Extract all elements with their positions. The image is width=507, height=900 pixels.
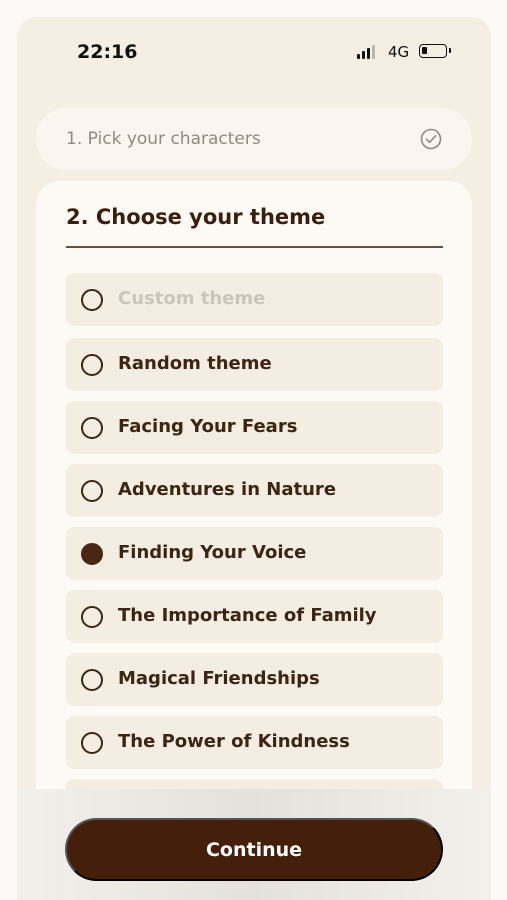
- theme-option-label: Custom theme: [118, 288, 266, 309]
- radio-button-icon[interactable]: [81, 289, 103, 311]
- radio-button-icon[interactable]: [81, 354, 103, 376]
- theme-option-kindness[interactable]: The Power of Kindness: [66, 716, 443, 769]
- radio-button-icon[interactable]: [81, 606, 103, 628]
- theme-option-label: Magical Friendships: [118, 668, 320, 689]
- check-circle-icon: [420, 128, 442, 150]
- continue-button[interactable]: Continue: [65, 818, 443, 881]
- radio-button-icon[interactable]: [81, 732, 103, 754]
- step-pick-characters[interactable]: 1. Pick your characters: [36, 108, 472, 170]
- theme-option-label: The Importance of Family: [118, 605, 377, 626]
- theme-option-finding-voice[interactable]: Finding Your Voice: [66, 527, 443, 580]
- theme-option-label: Random theme: [118, 353, 272, 374]
- theme-option-adventures-nature[interactable]: Adventures in Nature: [66, 464, 443, 517]
- cellular-signal-icon: [357, 45, 375, 59]
- step1-label: 1. Pick your characters: [66, 129, 261, 149]
- status-time: 22:16: [77, 41, 138, 63]
- theme-option-facing-fears[interactable]: Facing Your Fears: [66, 401, 443, 454]
- radio-selected-icon[interactable]: [81, 543, 103, 565]
- theme-option-random[interactable]: Random theme: [66, 338, 443, 391]
- title-divider: [66, 246, 443, 248]
- theme-option-family[interactable]: The Importance of Family: [66, 590, 443, 643]
- theme-option-label: Finding Your Voice: [118, 542, 307, 563]
- network-type: 4G: [388, 43, 410, 61]
- radio-button-icon[interactable]: [81, 480, 103, 502]
- battery-icon: [419, 44, 451, 58]
- status-bar: 22:16 4G: [17, 17, 491, 87]
- phone-screen: 22:16 4G 1. Pick your characters 2. Choo…: [17, 17, 491, 900]
- theme-option-custom[interactable]: Custom theme: [66, 273, 443, 326]
- theme-option-label: The Power of Kindness: [118, 731, 350, 752]
- theme-option-label: Adventures in Nature: [118, 479, 337, 500]
- radio-button-icon[interactable]: [81, 417, 103, 439]
- radio-button-icon[interactable]: [81, 669, 103, 691]
- theme-option-label: Facing Your Fears: [118, 416, 298, 437]
- theme-option-friendships[interactable]: Magical Friendships: [66, 653, 443, 706]
- theme-section-title: 2. Choose your theme: [66, 205, 326, 229]
